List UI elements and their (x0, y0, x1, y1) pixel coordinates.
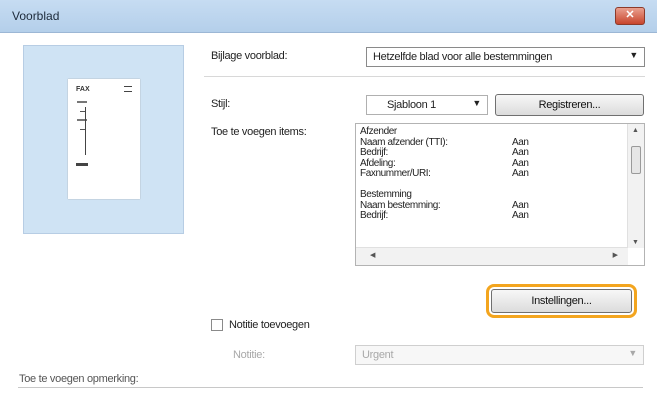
cover-sheet-dialog: Voorblad ✕ FAX Bijlage voorblad: Hetzelf… (0, 0, 657, 399)
preview-text-line (76, 163, 88, 166)
scroll-right-icon[interactable]: ▶ (613, 251, 618, 259)
list-item-key: Afzender (360, 126, 397, 137)
note-value: Urgent (362, 349, 394, 361)
attach-cover-select[interactable]: Hetzelfde blad voor alle bestemmingen ▼ (366, 47, 645, 67)
scroll-up-icon[interactable]: ▲ (632, 127, 639, 134)
close-button[interactable]: ✕ (615, 7, 645, 25)
chevron-down-icon: ▼ (629, 50, 638, 60)
list-item: Naam bestemming: Aan (360, 200, 620, 212)
title-bar: Voorblad ✕ (0, 0, 657, 33)
items-rows: Afzender Naam afzender (TTI): Aan Bedrijf: A… (360, 126, 620, 222)
list-item: Bedrijf: Aan (360, 147, 620, 159)
list-item-key: Bedrijf: (360, 210, 388, 221)
remark-label: Toe te voegen opmerking: (19, 373, 139, 385)
style-label: Stijl: (211, 98, 230, 110)
attach-cover-value: Hetzelfde blad voor alle bestemmingen (373, 51, 553, 63)
register-button[interactable]: Registreren... (495, 94, 644, 116)
list-item: Bestemming (360, 189, 620, 201)
list-item-key: Bedrijf: (360, 147, 388, 158)
list-item: Afzender (360, 126, 620, 138)
list-item-key: Faxnummer/URI: (360, 168, 431, 179)
list-item: Naam afzender (TTI): Aan (360, 137, 620, 149)
window-title: Voorblad (12, 9, 60, 23)
items-label: Toe te voegen items: (211, 126, 307, 138)
attach-cover-label: Bijlage voorblad: (211, 50, 288, 62)
preview-header-mark (124, 86, 132, 92)
scroll-left-icon[interactable]: ◀ (370, 251, 375, 259)
settings-button[interactable]: Instellingen... (491, 289, 632, 313)
style-select[interactable]: Sjabloon 1 ▼ (366, 95, 488, 115)
add-note-label: Notitie toevoegen (229, 319, 310, 331)
note-field-label: Notitie: (233, 349, 265, 361)
add-note-checkbox[interactable] (211, 319, 223, 331)
preview-divider (85, 107, 86, 155)
cover-preview: FAX (23, 45, 184, 234)
items-list[interactable]: Afzender Naam afzender (TTI): Aan Bedrijf: A… (355, 123, 645, 266)
vertical-scrollbar[interactable]: ▲ ▼ (627, 124, 644, 248)
horizontal-scrollbar[interactable]: ◀ ▶ (356, 247, 628, 265)
preview-fax-label: FAX (76, 86, 90, 93)
note-select[interactable]: Urgent ▼ (355, 345, 644, 365)
separator (204, 76, 645, 77)
chevron-down-icon: ▼ (472, 98, 481, 108)
chevron-down-icon: ▼ (628, 348, 637, 358)
list-item-value: Aan (512, 210, 529, 221)
dialog-body: FAX Bijlage voorblad: Hetzelfde blad voo… (0, 33, 657, 399)
list-item-key: Bestemming (360, 189, 412, 200)
scroll-thumb[interactable] (631, 146, 641, 174)
preview-text-line (77, 101, 87, 103)
list-item-value: Aan (512, 168, 529, 179)
style-value: Sjabloon 1 (387, 99, 436, 111)
close-icon: ✕ (625, 9, 635, 21)
list-item: Bedrijf: Aan (360, 210, 620, 222)
list-item: Faxnummer/URI: Aan (360, 168, 620, 180)
scroll-down-icon[interactable]: ▼ (632, 239, 639, 246)
remark-input[interactable] (18, 387, 643, 408)
list-item-value: Aan (512, 147, 529, 158)
preview-page: FAX (68, 79, 140, 199)
